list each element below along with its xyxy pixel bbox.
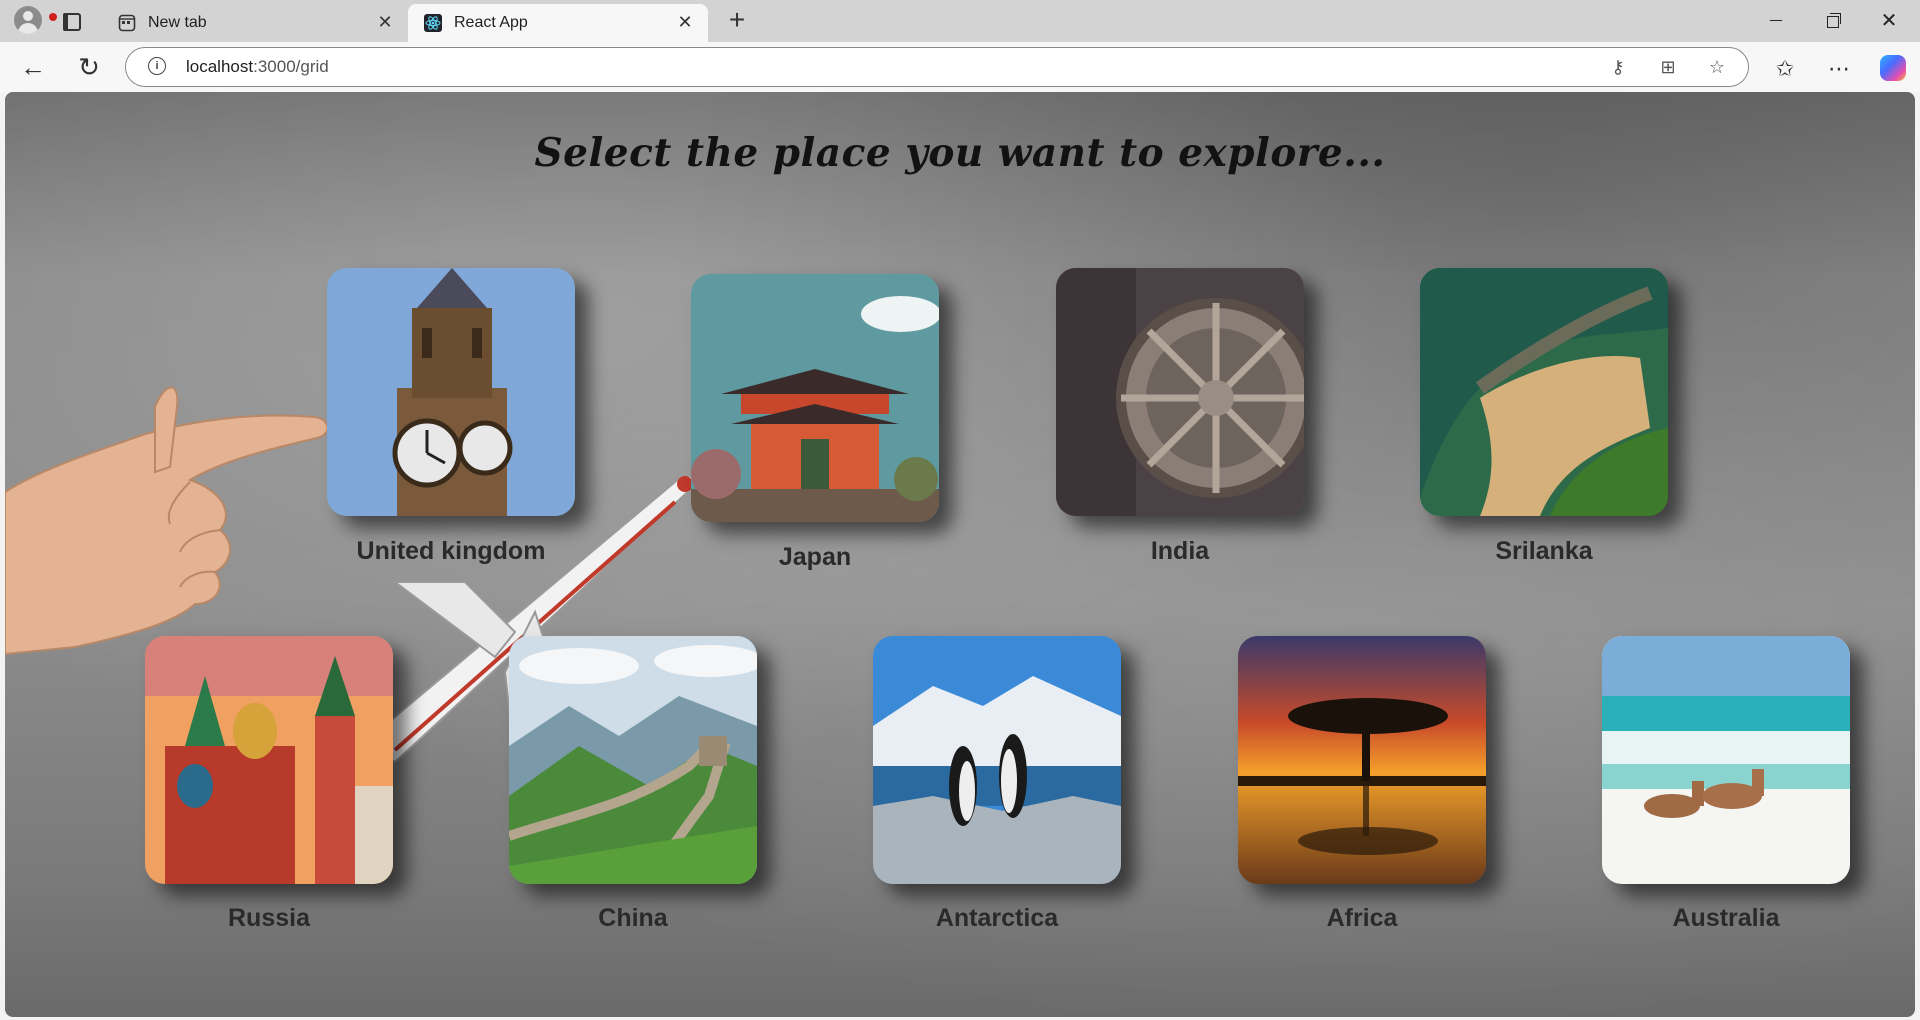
page-content: Select the place you want to explore... … bbox=[5, 92, 1915, 1017]
place-card-india[interactable] bbox=[1056, 268, 1304, 516]
favorites-icon[interactable]: ✩ bbox=[1772, 56, 1798, 82]
place-card-antarctica[interactable] bbox=[873, 636, 1121, 884]
great-wall-image bbox=[509, 636, 757, 884]
browser-toolbar: ← ↻ i localhost:3000/grid ⚷ ⊞ ☆ bbox=[0, 42, 1920, 92]
key-icon[interactable]: ⚷ bbox=[1608, 57, 1628, 77]
minimize-button[interactable] bbox=[1752, 6, 1798, 36]
hand-illustration bbox=[5, 386, 329, 656]
more-icon[interactable]: ⋯ bbox=[1826, 56, 1852, 82]
acacia-sunset-image bbox=[1238, 636, 1486, 884]
close-tab-icon[interactable]: ✕ bbox=[674, 11, 696, 33]
url-text[interactable]: localhost:3000/grid bbox=[186, 57, 329, 77]
konark-wheel-image bbox=[1056, 268, 1304, 516]
page-title: Select the place you want to explore... bbox=[534, 130, 1386, 176]
close-tab-icon[interactable]: ✕ bbox=[374, 11, 396, 33]
penguins-image bbox=[873, 636, 1121, 884]
place-label[interactable]: Russia bbox=[119, 904, 419, 933]
russian-cathedral-image bbox=[145, 636, 393, 884]
tab-strip: New tab ✕ React App ✕ + ✕ bbox=[0, 0, 1920, 42]
star-icon[interactable]: ☆ bbox=[1707, 57, 1727, 77]
kangaroos-beach-image bbox=[1602, 636, 1850, 884]
tab-actions-icon[interactable] bbox=[60, 10, 82, 32]
close-window-button[interactable]: ✕ bbox=[1866, 6, 1912, 36]
big-ben-image bbox=[327, 268, 575, 516]
notification-dot bbox=[14, 6, 57, 34]
place-card-australia[interactable] bbox=[1602, 636, 1850, 884]
place-card-china[interactable] bbox=[509, 636, 757, 884]
japanese-gate-image bbox=[691, 274, 939, 522]
react-icon bbox=[424, 14, 442, 32]
place-card-united-kingdom[interactable] bbox=[327, 268, 575, 516]
tab-title: New tab bbox=[148, 14, 207, 31]
place-label[interactable]: Australia bbox=[1576, 904, 1876, 933]
place-card-russia[interactable] bbox=[145, 636, 393, 884]
tab-react-app[interactable]: React App ✕ bbox=[408, 4, 708, 42]
place-label[interactable]: Srilanka bbox=[1394, 537, 1694, 566]
reload-icon[interactable]: ↻ bbox=[72, 51, 106, 85]
restore-button[interactable] bbox=[1810, 6, 1856, 36]
place-label[interactable]: China bbox=[483, 904, 783, 933]
place-card-africa[interactable] bbox=[1238, 636, 1486, 884]
apps-icon[interactable]: ⊞ bbox=[1658, 57, 1678, 77]
place-card-japan[interactable] bbox=[691, 274, 939, 522]
place-label[interactable]: Africa bbox=[1212, 904, 1512, 933]
tab-new-tab[interactable]: New tab ✕ bbox=[102, 4, 408, 42]
place-label[interactable]: India bbox=[1030, 537, 1330, 566]
back-icon[interactable]: ← bbox=[16, 51, 50, 85]
place-card-srilanka[interactable] bbox=[1420, 268, 1668, 516]
place-label[interactable]: Antarctica bbox=[847, 904, 1147, 933]
tab-title: React App bbox=[454, 14, 528, 31]
coast-aerial-image bbox=[1420, 268, 1668, 516]
new-tab-icon bbox=[118, 14, 136, 32]
address-bar[interactable]: i localhost:3000/grid ⚷ ⊞ ☆ bbox=[125, 47, 1749, 87]
place-label[interactable]: United kingdom bbox=[301, 537, 601, 566]
new-tab-button[interactable]: + bbox=[722, 6, 752, 36]
copilot-icon[interactable] bbox=[1880, 55, 1906, 81]
info-icon[interactable]: i bbox=[148, 57, 166, 75]
place-label[interactable]: Japan bbox=[665, 543, 965, 572]
